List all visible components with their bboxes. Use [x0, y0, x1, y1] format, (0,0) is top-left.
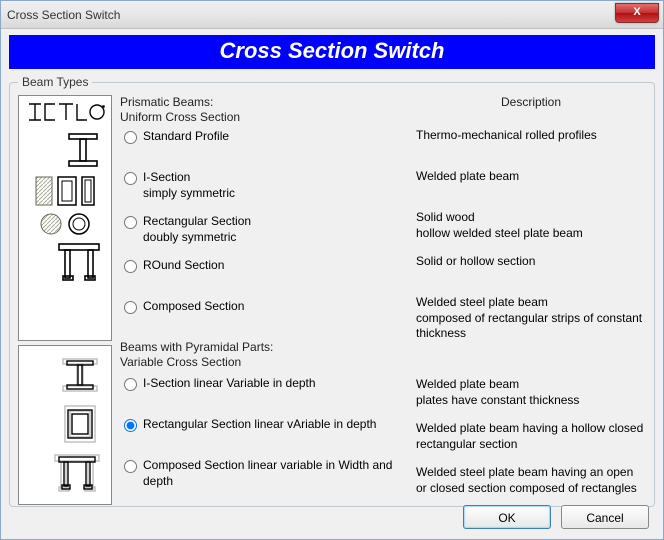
icons-column — [18, 95, 112, 498]
desc-rectangular: Solid woodhollow welded steel plate beam — [416, 210, 646, 241]
option-var-isection[interactable]: I-Section linear Variable in depth — [120, 376, 408, 404]
desc-var-composed: Welded steel plate beam having an open o… — [416, 465, 646, 496]
radio-round[interactable] — [124, 260, 137, 273]
close-button[interactable]: X — [615, 3, 659, 23]
icons-variable — [18, 345, 112, 505]
label-round: ROund Section — [143, 258, 224, 274]
option-isection[interactable]: I-Sectionsimply symmetric — [120, 170, 408, 201]
radio-var-isection[interactable] — [124, 378, 137, 391]
options-column: Prismatic Beams: Uniform Cross Section S… — [120, 95, 408, 498]
beam-types-group: Beam Types — [9, 75, 655, 507]
option-composed[interactable]: Composed Section — [120, 299, 408, 327]
close-icon: X — [633, 6, 640, 18]
desc-var-rectangular: Welded plate beam having a hollow closed… — [416, 421, 646, 452]
round-section-icons — [23, 212, 107, 236]
dialog-content: Cross Section Switch Beam Types — [1, 29, 663, 539]
radio-isection[interactable] — [124, 172, 137, 185]
var-composed-icon — [53, 453, 101, 495]
prismatic-header: Prismatic Beams: Uniform Cross Section — [120, 95, 408, 125]
i-section-icon — [23, 130, 107, 170]
label-standard-profile: Standard Profile — [143, 129, 229, 145]
desc-composed: Welded steel plate beamcomposed of recta… — [416, 295, 646, 342]
option-standard-profile[interactable]: Standard Profile — [120, 129, 408, 157]
radio-var-composed[interactable] — [124, 460, 137, 473]
label-var-composed: Composed Section linear variable in Widt… — [143, 458, 408, 489]
banner-title: Cross Section Switch — [9, 35, 655, 69]
composed-section-icon — [23, 242, 107, 282]
radio-composed[interactable] — [124, 301, 137, 314]
cancel-button[interactable]: Cancel — [561, 505, 649, 529]
var-rect-icon — [59, 404, 101, 444]
desc-standard: Thermo-mechanical rolled profiles — [416, 128, 646, 156]
description-header: Description — [416, 95, 646, 110]
label-var-isection: I-Section linear Variable in depth — [143, 376, 316, 392]
desc-round: Solid or hollow section — [416, 254, 646, 282]
description-column: Description Thermo-mechanical rolled pro… — [416, 95, 646, 498]
title-bar[interactable]: Cross Section Switch X — [1, 1, 663, 29]
rect-section-icons — [23, 176, 107, 206]
variable-header: Beams with Pyramidal Parts: Variable Cro… — [120, 340, 408, 370]
desc-isection: Welded plate beam — [416, 169, 646, 197]
ok-button[interactable]: OK — [463, 505, 551, 529]
standard-profiles-icon — [23, 100, 107, 124]
label-isection: I-Sectionsimply symmetric — [143, 170, 235, 201]
option-rectangular[interactable]: Rectangular Section doubly symmetric — [120, 214, 408, 245]
label-composed: Composed Section — [143, 299, 244, 315]
var-isection-icon — [59, 355, 101, 395]
option-var-rectangular[interactable]: Rectangular Section linear vAriable in d… — [120, 417, 408, 445]
option-var-composed[interactable]: Composed Section linear variable in Widt… — [120, 458, 408, 489]
label-var-rectangular: Rectangular Section linear vAriable in d… — [143, 417, 376, 433]
icons-prismatic — [18, 95, 112, 341]
radio-var-rectangular[interactable] — [124, 419, 137, 432]
dialog-window: Cross Section Switch X Cross Section Swi… — [0, 0, 664, 540]
radio-standard-profile[interactable] — [124, 131, 137, 144]
button-row: OK Cancel — [463, 505, 649, 529]
groupbox-legend: Beam Types — [18, 75, 92, 89]
window-title: Cross Section Switch — [7, 8, 120, 22]
label-rectangular: Rectangular Section doubly symmetric — [143, 214, 251, 245]
radio-rectangular[interactable] — [124, 216, 137, 229]
desc-var-isection: Welded plate beamplates have constant th… — [416, 377, 646, 408]
option-round[interactable]: ROund Section — [120, 258, 408, 286]
